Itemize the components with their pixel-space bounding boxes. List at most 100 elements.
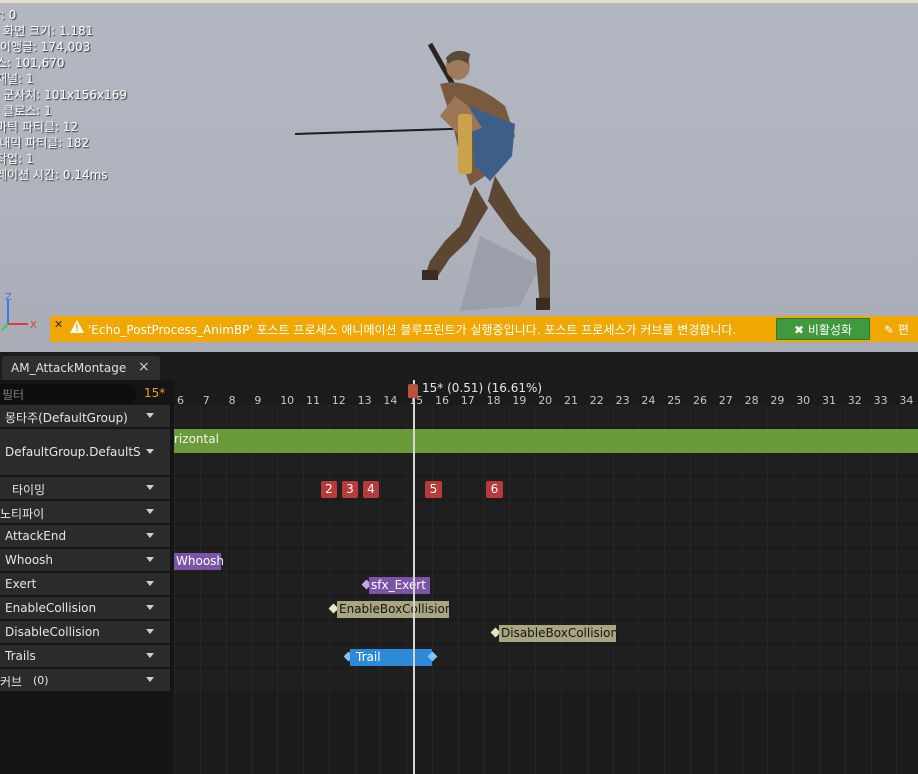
chevron-down-icon[interactable]	[146, 677, 154, 682]
axis-z-label: Z	[5, 292, 12, 303]
gridline	[793, 406, 795, 774]
track-whoosh[interactable]: Whoosh	[0, 549, 170, 571]
section-marker[interactable]: 5	[425, 481, 442, 498]
time-ruler[interactable]: 6 7 8 9 10 11 12 13 14 15 16 17 18 19 20 21 22 23 24 25 26 27…	[174, 380, 918, 407]
montage-segment-label: rizontal	[174, 432, 219, 446]
gridline	[741, 406, 743, 774]
chevron-down-icon[interactable]	[146, 509, 154, 514]
track-label: Exert	[5, 577, 37, 591]
lane-exert	[174, 573, 918, 595]
chevron-down-icon[interactable]	[146, 413, 154, 418]
gridline	[896, 406, 898, 774]
notify-sfx-exert[interactable]: sfx_Exert	[369, 577, 430, 594]
notify-state-trail[interactable]: Trail	[350, 649, 432, 666]
disable-button[interactable]: ✖ 비활성화	[776, 318, 870, 340]
gridline	[174, 406, 175, 774]
playhead-label: 15* (0.51) (16.61%)	[422, 381, 543, 395]
filter-placeholder: 필터	[2, 388, 25, 402]
notify-enable-box-collision[interactable]: EnableBoxCollision	[337, 601, 452, 618]
chevron-down-icon[interactable]	[146, 653, 154, 658]
gridline	[612, 406, 614, 774]
track-exert[interactable]: Exert	[0, 573, 170, 595]
lane-attackend	[174, 525, 918, 547]
viewport-top-border	[0, 0, 918, 3]
stat-line: l 군사치: 101x156x169	[0, 88, 128, 102]
chevron-down-icon[interactable]	[146, 605, 154, 610]
chevron-down-icon[interactable]	[146, 533, 154, 538]
playhead-handle[interactable]	[408, 384, 418, 398]
track-curves[interactable]: 커브 (0)	[0, 669, 170, 691]
stat-line: i 클로스: 1	[0, 104, 52, 118]
stat-line: 스: 101,670	[0, 56, 65, 70]
gridline	[664, 406, 666, 774]
stat-line: 작업: 1	[0, 152, 34, 166]
stat-line: 마틱 파티클: 12	[0, 120, 79, 134]
track-label: 노티파이	[0, 507, 45, 521]
tab-bar: AM_AttackMontage ×	[0, 352, 918, 380]
track-enable-collision[interactable]: EnableCollision	[0, 597, 170, 619]
edit-button[interactable]: ✎ 편	[884, 321, 909, 338]
track-label: EnableCollision	[5, 601, 97, 615]
section-marker[interactable]: 3	[342, 481, 358, 498]
filter-input[interactable]: 필터	[0, 384, 136, 404]
track-label: 커브	[0, 675, 23, 689]
track-montage-group[interactable]: 몽타주(DefaultGroup)	[0, 405, 170, 427]
gridline	[715, 406, 717, 774]
track-timing[interactable]: 타이밍	[0, 477, 170, 499]
stat-line	[0, 0, 127, 7]
stat-line: ·이앵글: 174,003	[0, 40, 91, 54]
stat-line: i내믹 파티클: 182	[0, 136, 90, 150]
track-label: Whoosh	[5, 553, 54, 567]
gridline	[354, 406, 356, 774]
chevron-down-icon[interactable]	[146, 557, 154, 562]
timeline[interactable]: 6 7 8 9 10 11 12 13 14 15 16 17 18 19 20 21 22 23 24 25 26 27…	[174, 380, 918, 774]
section-marker[interactable]: 4	[363, 481, 379, 498]
playhead-line[interactable]	[413, 380, 415, 774]
gridline	[767, 406, 769, 774]
chevron-down-icon[interactable]	[146, 485, 154, 490]
notify-disable-box-collision[interactable]: DisableBoxCollision	[499, 625, 618, 642]
track-default-slot[interactable]: DefaultGroup.DefaultS	[0, 429, 170, 475]
tab-am-attack-montage[interactable]: AM_AttackMontage ×	[2, 356, 160, 380]
gridline	[561, 406, 562, 774]
tab-label: AM_AttackMontage	[11, 361, 127, 375]
chevron-down-icon[interactable]	[146, 629, 154, 634]
lane-timing	[174, 477, 918, 499]
chevron-down-icon[interactable]	[146, 449, 154, 454]
track-panel: 필터 15* 몽타주(DefaultGroup) DefaultGroup.De…	[0, 380, 170, 774]
track-disable-collision[interactable]: DisableCollision	[0, 621, 170, 643]
track-notifies[interactable]: 노티파이	[0, 501, 170, 523]
track-label: 몽타주(DefaultGroup)	[5, 411, 128, 425]
section-marker[interactable]: 6	[486, 481, 503, 498]
gridline	[432, 406, 433, 774]
lane-whoosh	[174, 549, 918, 571]
chevron-down-icon[interactable]	[146, 581, 154, 586]
warning-message: 'Echo_PostProcess_AnimBP' 포스트 프로세스 애니메이션…	[88, 323, 737, 337]
gridline	[638, 406, 640, 774]
track-trails[interactable]: Trails	[0, 645, 170, 667]
gridline	[535, 406, 537, 774]
gridline	[251, 406, 253, 774]
lane-curves	[174, 669, 918, 691]
axis-gizmo: Z X	[1, 292, 37, 331]
track-label: DefaultGroup.DefaultS	[5, 445, 141, 459]
track-label: AttackEnd	[5, 529, 67, 543]
stats-overlay: r: 0 l 화면 크기: 1.181 ·이앵글: 174,003 스: 101…	[0, 0, 127, 183]
track-label: Trails	[5, 649, 36, 663]
viewport[interactable]: r: 0 l 화면 크기: 1.181 ·이앵글: 174,003 스: 101…	[0, 0, 918, 352]
track-attackend[interactable]: AttackEnd	[0, 525, 170, 547]
stat-line: r: 0	[0, 8, 17, 22]
gridline	[328, 406, 330, 774]
character-preview	[294, 42, 550, 311]
section-marker[interactable]: 2	[321, 481, 337, 498]
close-icon[interactable]: ✕	[54, 318, 63, 331]
close-tab-icon[interactable]: ×	[138, 359, 150, 375]
gridline	[457, 406, 459, 774]
notify-whoosh[interactable]: Whoosh	[174, 553, 224, 570]
gridline	[225, 406, 227, 774]
montage-segment[interactable]: rizontal	[174, 429, 918, 453]
gridline	[819, 406, 820, 774]
gridline	[199, 406, 201, 774]
gridline	[870, 406, 872, 774]
lane-notifies	[174, 501, 918, 523]
